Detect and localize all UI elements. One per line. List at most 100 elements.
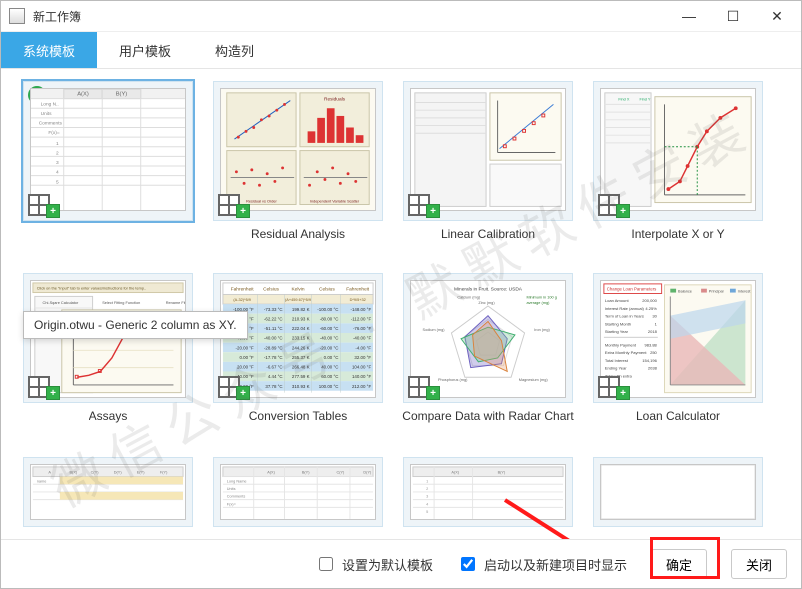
svg-text:199.82 K: 199.82 K <box>292 307 310 312</box>
svg-text:2: 2 <box>56 150 59 156</box>
template-item-conversion-tables[interactable]: FahrenheitCelsiusKelvinCelsiusFahrenheit… <box>203 273 393 453</box>
svg-text:Find X: Find X <box>618 98 630 102</box>
svg-text:Residuals: Residuals <box>324 97 346 103</box>
template-caption: Assays <box>89 409 128 439</box>
template-item-linear-calibration[interactable]: + Linear Calibration <box>393 81 583 269</box>
svg-text:Click on the "Input" tab to en: Click on the "Input" tab to enter values… <box>37 287 146 291</box>
svg-text:-73.33 °C: -73.33 °C <box>264 307 283 312</box>
ok-button[interactable]: 确定 <box>651 549 707 579</box>
svg-text:Units: Units <box>227 487 236 491</box>
svg-text:-17.78 °C: -17.78 °C <box>264 355 283 360</box>
svg-text:(A+459.67)*5/9: (A+459.67)*5/9 <box>285 298 311 302</box>
template-item-interpolate-xy[interactable]: Find X Find Y + Interpolate X or Y <box>583 81 773 269</box>
svg-text:Rename Fit: Rename Fit <box>166 301 186 305</box>
template-item[interactable]: A(X)B(Y) 12345 <box>393 457 583 539</box>
svg-text:Extra Monthly Payment: Extra Monthly Payment <box>605 350 648 355</box>
minimize-button[interactable]: — <box>667 2 711 30</box>
svg-text:32.00 °F: 32.00 °F <box>354 355 371 360</box>
svg-text:3: 3 <box>426 495 428 499</box>
template-type-icon: + <box>218 194 250 216</box>
svg-text:310.93 K: 310.93 K <box>292 384 310 389</box>
svg-text:1: 1 <box>426 479 428 483</box>
svg-text:Long Name: Long Name <box>227 479 247 483</box>
svg-text:Interest: Interest <box>738 290 752 294</box>
svg-text:Chi-Sqare Calculator: Chi-Sqare Calculator <box>43 301 79 305</box>
maximize-button[interactable]: ☐ <box>711 2 755 30</box>
template-item-radar-chart[interactable]: Minerals in Fruit. Source: USDA Calcium … <box>393 273 583 453</box>
svg-text:A(X): A(X) <box>451 471 459 475</box>
template-caption: Linear Calibration <box>441 227 535 257</box>
svg-text:-112.00 °F: -112.00 °F <box>351 316 372 321</box>
svg-text:Magnesium (mg): Magnesium (mg) <box>519 378 549 382</box>
close-button[interactable]: 关闭 <box>731 549 787 579</box>
svg-text:Find Y: Find Y <box>639 98 650 102</box>
svg-text:222.04 K: 222.04 K <box>292 326 310 331</box>
svg-text:C(Y): C(Y) <box>91 471 100 475</box>
svg-text:average (mg): average (mg) <box>527 301 551 305</box>
svg-text:104.00 °F: 104.00 °F <box>352 365 371 370</box>
show-on-start-label: 启动以及新建项目时显示 <box>484 555 627 574</box>
svg-text:Minimum in 100 g: Minimum in 100 g <box>527 295 557 299</box>
svg-text:-28.89 °C: -28.89 °C <box>264 345 283 350</box>
svg-text:B(Y): B(Y) <box>498 471 506 475</box>
template-item-loan-calculator[interactable]: Change Loan Parameters Loan Amount200,00… <box>583 273 773 453</box>
svg-text:Independent Variable Scatter: Independent Variable Scatter <box>310 200 360 204</box>
svg-text:Celsius: Celsius <box>319 287 335 293</box>
svg-text:-100.00 °C: -100.00 °C <box>317 307 339 312</box>
svg-text:Select Fitting Function: Select Fitting Function <box>102 301 140 305</box>
svg-text:212.00 °F: 212.00 °F <box>352 384 371 389</box>
svg-text:2018: 2018 <box>648 329 658 334</box>
svg-text:Phosphorus (mg): Phosphorus (mg) <box>438 378 468 382</box>
svg-text:Units: Units <box>41 111 53 117</box>
svg-text:E(Y): E(Y) <box>137 471 145 475</box>
template-type-icon: + <box>598 194 630 216</box>
svg-text:(A-32)*5/9: (A-32)*5/9 <box>233 298 251 302</box>
svg-text:-40.00 °C: -40.00 °C <box>264 336 283 341</box>
svg-text:F(x)=: F(x)= <box>48 130 60 136</box>
set-default-checkbox[interactable]: 设置为默认模板 <box>315 554 433 574</box>
tab-system-templates[interactable]: 系统模板 <box>1 32 97 68</box>
show-on-start-checkbox-input[interactable] <box>461 557 475 571</box>
svg-text:-148.00 °F: -148.00 °F <box>351 307 372 312</box>
template-type-icon: + <box>218 376 250 398</box>
svg-text:-4.00 °F: -4.00 °F <box>355 345 371 350</box>
tab-user-templates[interactable]: 用户模板 <box>97 32 193 68</box>
svg-text:3: 3 <box>56 160 59 166</box>
svg-text:250: 250 <box>650 350 657 355</box>
template-caption: Loan Calculator <box>636 409 720 439</box>
svg-text:Calcium (mg): Calcium (mg) <box>457 295 481 299</box>
template-item-blank[interactable]: ✓ A(X) B(Y) <box>13 81 203 269</box>
show-on-start-checkbox[interactable]: 启动以及新建项目时显示 <box>457 554 627 574</box>
svg-text:983.88: 983.88 <box>644 342 657 347</box>
template-type-icon: + <box>28 194 60 216</box>
svg-text:266.48 K: 266.48 K <box>292 365 310 370</box>
template-item[interactable]: A(X)B(Y)C(Y)D(Y) Long NameUnitsCommentsF… <box>203 457 393 539</box>
svg-text:-62.22 °C: -62.22 °C <box>264 316 283 321</box>
tab-construct-column[interactable]: 构造列 <box>193 32 276 68</box>
svg-text:5: 5 <box>56 179 59 185</box>
template-type-icon: + <box>28 376 60 398</box>
svg-text:Long N..: Long N.. <box>41 101 59 107</box>
template-caption: Compare Data with Radar Chart <box>402 409 573 439</box>
template-caption: Interpolate X or Y <box>631 227 724 257</box>
template-item[interactable] <box>583 457 773 539</box>
template-caption: Conversion Tables <box>249 409 348 439</box>
template-gallery[interactable]: 微信公众号 · 默默软件安装 ✓ A(X) B(Y) <box>1 69 801 539</box>
svg-text:200,000: 200,000 <box>642 298 657 303</box>
svg-text:A(X): A(X) <box>267 471 275 475</box>
svg-text:100.00 °C: 100.00 °C <box>319 384 339 389</box>
template-item[interactable]: AB(X)C(Y)D(Y)E(Y)F(Y) name <box>13 457 203 539</box>
svg-text:A: A <box>48 471 51 475</box>
svg-text:Fahrenheit: Fahrenheit <box>346 287 370 293</box>
svg-text:30: 30 <box>652 314 657 319</box>
svg-text:B(Y): B(Y) <box>116 92 128 98</box>
close-window-button[interactable]: ✕ <box>755 2 799 30</box>
template-item-residual-analysis[interactable]: Residuals Residual vs Order Indep <box>203 81 393 269</box>
svg-text:Loan Amount: Loan Amount <box>605 298 630 303</box>
svg-text:D(Y): D(Y) <box>363 471 372 475</box>
template-item-assays[interactable]: Click on the "Input" tab to enter values… <box>13 273 203 453</box>
svg-text:Starting Year: Starting Year <box>605 329 629 334</box>
svg-text:Kelvin: Kelvin <box>291 287 304 293</box>
set-default-checkbox-input[interactable] <box>319 557 333 571</box>
svg-text:F(x)=: F(x)= <box>227 502 237 506</box>
